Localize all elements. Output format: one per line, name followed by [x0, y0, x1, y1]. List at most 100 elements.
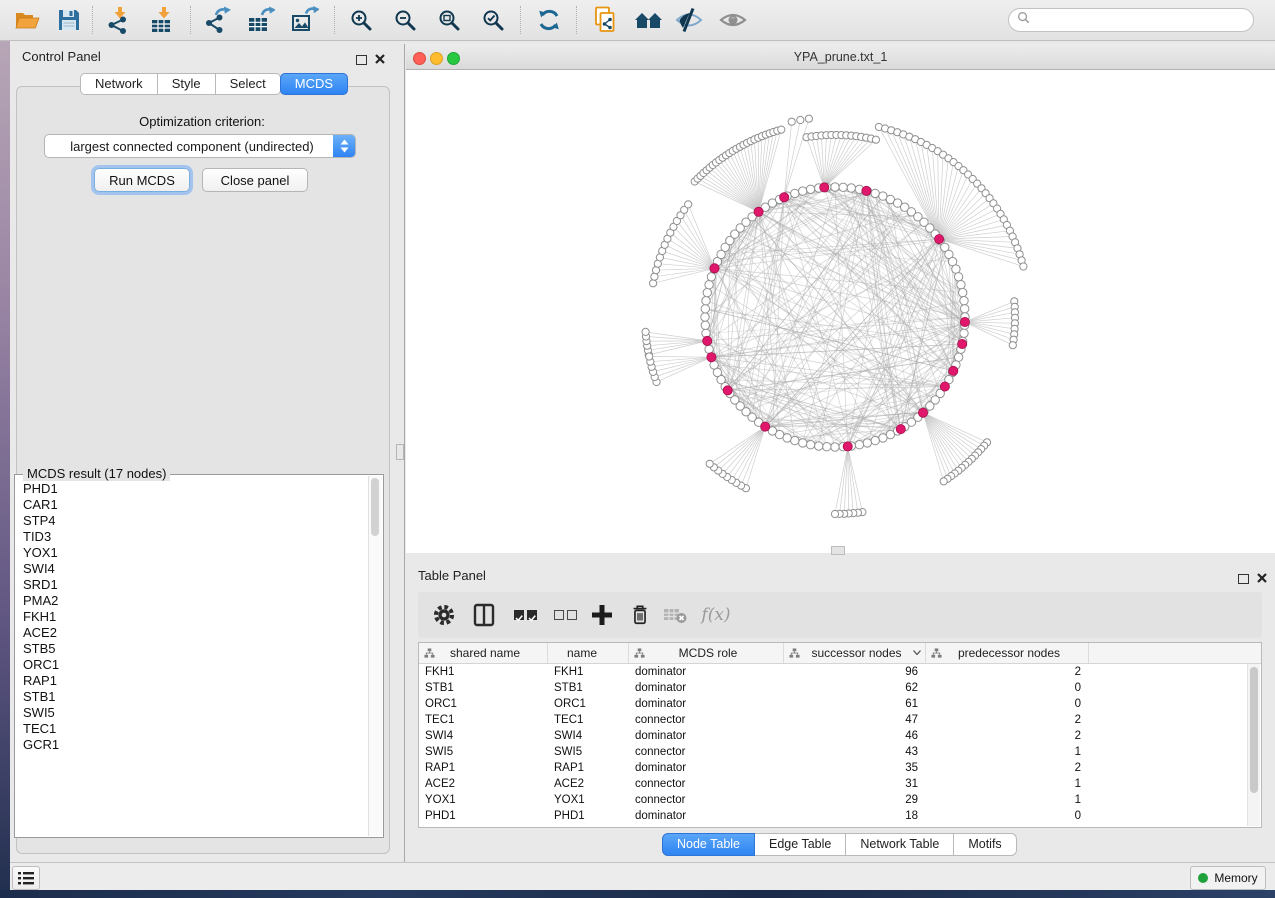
mcds-result-item[interactable]: PHD1 — [23, 481, 369, 497]
table-cell[interactable]: 0 — [926, 680, 1089, 696]
birds-eye-view-icon[interactable] — [718, 6, 748, 34]
table-cell[interactable]: 0 — [926, 808, 1089, 824]
mcds-result-item[interactable]: TEC1 — [23, 721, 369, 737]
mcds-result-item[interactable]: ORC1 — [23, 657, 369, 673]
mcds-result-item[interactable]: STP4 — [23, 513, 369, 529]
table-cell[interactable]: FKH1 — [548, 664, 629, 680]
zoom-in-icon[interactable] — [346, 6, 376, 34]
column-header-predecessor-nodes[interactable]: predecessor nodes — [926, 643, 1089, 663]
horizontal-splitter-grip[interactable] — [831, 546, 845, 555]
table-cell[interactable]: TEC1 — [419, 712, 548, 728]
table-cell[interactable]: SWI4 — [548, 728, 629, 744]
table-cell[interactable]: 2 — [926, 712, 1089, 728]
table-cell[interactable]: STB1 — [548, 680, 629, 696]
table-cell[interactable]: YOX1 — [419, 792, 548, 808]
table-cell[interactable]: 1 — [926, 776, 1089, 792]
mcds-result-item[interactable]: RAP1 — [23, 673, 369, 689]
close-table-panel-icon[interactable] — [1257, 570, 1267, 588]
zoom-selected-icon[interactable] — [478, 6, 508, 34]
table-row[interactable]: PHD1PHD1dominator180 — [419, 808, 1261, 824]
table-cell[interactable]: TEC1 — [548, 712, 629, 728]
tab-network-table[interactable]: Network Table — [846, 833, 954, 856]
table-cell[interactable]: dominator — [629, 680, 784, 696]
export-table-icon[interactable] — [246, 6, 276, 34]
mcds-result-item[interactable]: CAR1 — [23, 497, 369, 513]
mcds-result-item[interactable]: TID3 — [23, 529, 369, 545]
table-cell[interactable]: connector — [629, 776, 784, 792]
float-panel-icon[interactable] — [356, 55, 367, 65]
tab-style[interactable]: Style — [158, 73, 216, 95]
table-row[interactable]: SWI4SWI4dominator462 — [419, 728, 1261, 744]
table-cell[interactable]: 1 — [926, 792, 1089, 808]
zoom-fit-icon[interactable] — [434, 6, 464, 34]
delete-table-icon[interactable] — [660, 601, 690, 629]
float-table-panel-icon[interactable] — [1238, 574, 1249, 584]
table-cell[interactable]: 43 — [784, 744, 926, 760]
refresh-view-icon[interactable] — [534, 6, 564, 34]
mcds-result-item[interactable]: STB5 — [23, 641, 369, 657]
table-cell[interactable]: YOX1 — [548, 792, 629, 808]
mcds-result-list[interactable]: PHD1CAR1STP4TID3YOX1SWI4SRD1PMA2FKH1ACE2… — [16, 478, 369, 836]
table-cell[interactable]: PHD1 — [419, 808, 548, 824]
column-header-shared-name[interactable]: shared name — [419, 643, 548, 663]
tab-network[interactable]: Network — [80, 73, 158, 95]
table-cell[interactable]: SWI4 — [419, 728, 548, 744]
table-row[interactable]: STB1STB1dominator620 — [419, 680, 1261, 696]
node-table[interactable]: shared namenameMCDS rolesuccessor nodesp… — [418, 642, 1262, 828]
table-cell[interactable]: ACE2 — [548, 776, 629, 792]
table-cell[interactable]: RAP1 — [548, 760, 629, 776]
table-row[interactable]: SWI5SWI5connector431 — [419, 744, 1261, 760]
network-graph[interactable] — [406, 70, 1275, 553]
run-mcds-button[interactable]: Run MCDS — [94, 168, 190, 192]
table-cell[interactable]: 96 — [784, 664, 926, 680]
table-cell[interactable]: 62 — [784, 680, 926, 696]
deselect-all-checkboxes-icon[interactable] — [550, 601, 580, 629]
table-cell[interactable]: connector — [629, 744, 784, 760]
mcds-list-scrollbar[interactable] — [368, 476, 382, 836]
table-row[interactable]: YOX1YOX1connector291 — [419, 792, 1261, 808]
table-cell[interactable]: RAP1 — [419, 760, 548, 776]
mcds-result-item[interactable]: FKH1 — [23, 609, 369, 625]
table-cell[interactable]: PHD1 — [548, 808, 629, 824]
table-cell[interactable]: 2 — [926, 664, 1089, 680]
mcds-result-item[interactable]: STB1 — [23, 689, 369, 705]
table-cell[interactable]: SWI5 — [548, 744, 629, 760]
settings-gear-icon[interactable] — [430, 601, 458, 629]
table-cell[interactable]: dominator — [629, 760, 784, 776]
task-list-button[interactable] — [12, 866, 40, 890]
mcds-result-item[interactable]: GCR1 — [23, 737, 369, 753]
column-header-name[interactable]: name — [548, 643, 629, 663]
vertical-splitter-grip[interactable] — [396, 444, 404, 460]
split-panel-icon[interactable] — [470, 601, 498, 629]
function-builder-icon[interactable]: f(x) — [698, 601, 734, 629]
home-layout-icon[interactable] — [634, 6, 664, 34]
import-table-icon[interactable] — [148, 6, 178, 34]
clone-network-icon[interactable] — [590, 6, 620, 34]
tab-node-table[interactable]: Node Table — [662, 833, 755, 856]
column-header-successor-nodes[interactable]: successor nodes — [784, 643, 926, 663]
tab-mcds[interactable]: MCDS — [280, 73, 348, 95]
hide-graphics-details-icon[interactable] — [674, 6, 704, 34]
table-cell[interactable]: ACE2 — [419, 776, 548, 792]
table-cell[interactable]: dominator — [629, 696, 784, 712]
tab-edge-table[interactable]: Edge Table — [755, 833, 846, 856]
table-row[interactable]: RAP1RAP1dominator352 — [419, 760, 1261, 776]
close-panel-icon[interactable] — [375, 51, 385, 69]
mcds-result-item[interactable]: ACE2 — [23, 625, 369, 641]
table-cell[interactable]: dominator — [629, 664, 784, 680]
table-cell[interactable]: 18 — [784, 808, 926, 824]
table-cell[interactable]: 0 — [926, 696, 1089, 712]
table-cell[interactable]: dominator — [629, 808, 784, 824]
memory-button[interactable]: Memory — [1190, 866, 1266, 890]
open-file-icon[interactable] — [12, 6, 42, 34]
save-session-icon[interactable] — [54, 6, 84, 34]
optimization-select[interactable]: largest connected component (undirected) — [44, 134, 356, 158]
mcds-result-item[interactable]: YOX1 — [23, 545, 369, 561]
table-row[interactable]: TEC1TEC1connector472 — [419, 712, 1261, 728]
table-cell[interactable]: 2 — [926, 760, 1089, 776]
table-cell[interactable]: ORC1 — [419, 696, 548, 712]
table-row[interactable]: ORC1ORC1dominator610 — [419, 696, 1261, 712]
table-cell[interactable]: 2 — [926, 728, 1089, 744]
delete-column-icon[interactable] — [626, 601, 654, 629]
vertical-splitter[interactable] — [404, 44, 405, 890]
